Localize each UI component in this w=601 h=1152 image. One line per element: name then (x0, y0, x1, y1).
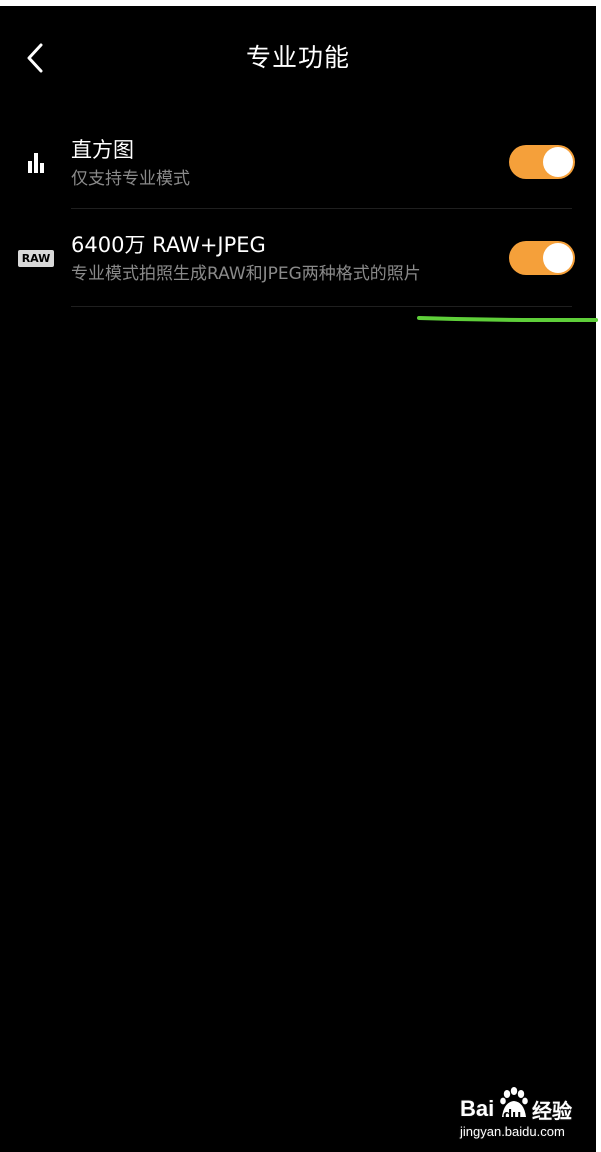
watermark-url: jingyan.baidu.com (460, 1124, 565, 1139)
page-title: 专业功能 (245, 43, 350, 72)
setting-subtitle: 仅支持专业模式 (71, 169, 190, 189)
raw-badge-icon: RAW (18, 250, 54, 267)
toggle-knob (543, 243, 573, 273)
setting-row-raw-jpeg: RAW 6400万 RAW+JPEG 专业模式拍照生成RAW和JPEG两种格式的… (0, 209, 596, 307)
setting-row-histogram: 直方图 仅支持专业模式 (0, 111, 596, 209)
raw-jpeg-toggle[interactable] (509, 241, 575, 275)
watermark-bai: Bai (460, 1096, 495, 1121)
histogram-icon (28, 153, 44, 173)
setting-title: 6400万 RAW+JPEG (71, 233, 266, 257)
watermark-logo: Bai du 经验 (458, 1086, 598, 1124)
row-divider (71, 306, 572, 307)
annotation-underline (417, 316, 599, 322)
toggle-knob (543, 147, 573, 177)
setting-subtitle: 专业模式拍照生成RAW和JPEG两种格式的照片 (71, 264, 421, 284)
app-screen: 专业功能 直方图 仅支持专业模式 RAW 6400万 RAW+JPEG 专业模式… (0, 6, 596, 1152)
histogram-toggle[interactable] (509, 145, 575, 179)
setting-title: 直方图 (71, 138, 134, 162)
screenshot-border (596, 0, 601, 1152)
baidu-jingyan-watermark: Bai du 经验 jingyan.baidu.com (458, 1086, 598, 1144)
watermark-jingyan: 经验 (532, 1099, 572, 1123)
